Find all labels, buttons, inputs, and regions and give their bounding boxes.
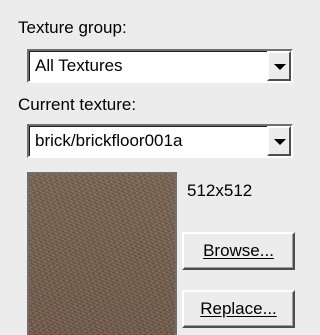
chevron-down-icon: [274, 139, 286, 145]
current-texture-value: brick/brickfloor001a: [35, 131, 183, 150]
current-texture-dropdown-button[interactable]: [267, 126, 291, 156]
browse-button[interactable]: Browse...: [182, 232, 295, 270]
texture-group-value: All Textures: [35, 56, 123, 75]
texture-group-label: Texture group:: [18, 18, 127, 37]
current-texture-dropdown[interactable]: brick/brickfloor001a: [27, 124, 293, 158]
texture-preview: [27, 172, 177, 335]
chevron-down-icon: [274, 64, 286, 70]
current-texture-label: Current texture:: [18, 95, 137, 114]
texture-group-dropdown[interactable]: All Textures: [27, 49, 293, 83]
texture-dimensions: 512x512: [187, 181, 253, 200]
texture-group-dropdown-button[interactable]: [267, 51, 291, 81]
browse-button-label: Browse...: [203, 241, 274, 260]
replace-button-label: Replace...: [200, 299, 277, 318]
replace-button[interactable]: Replace...: [182, 290, 295, 328]
